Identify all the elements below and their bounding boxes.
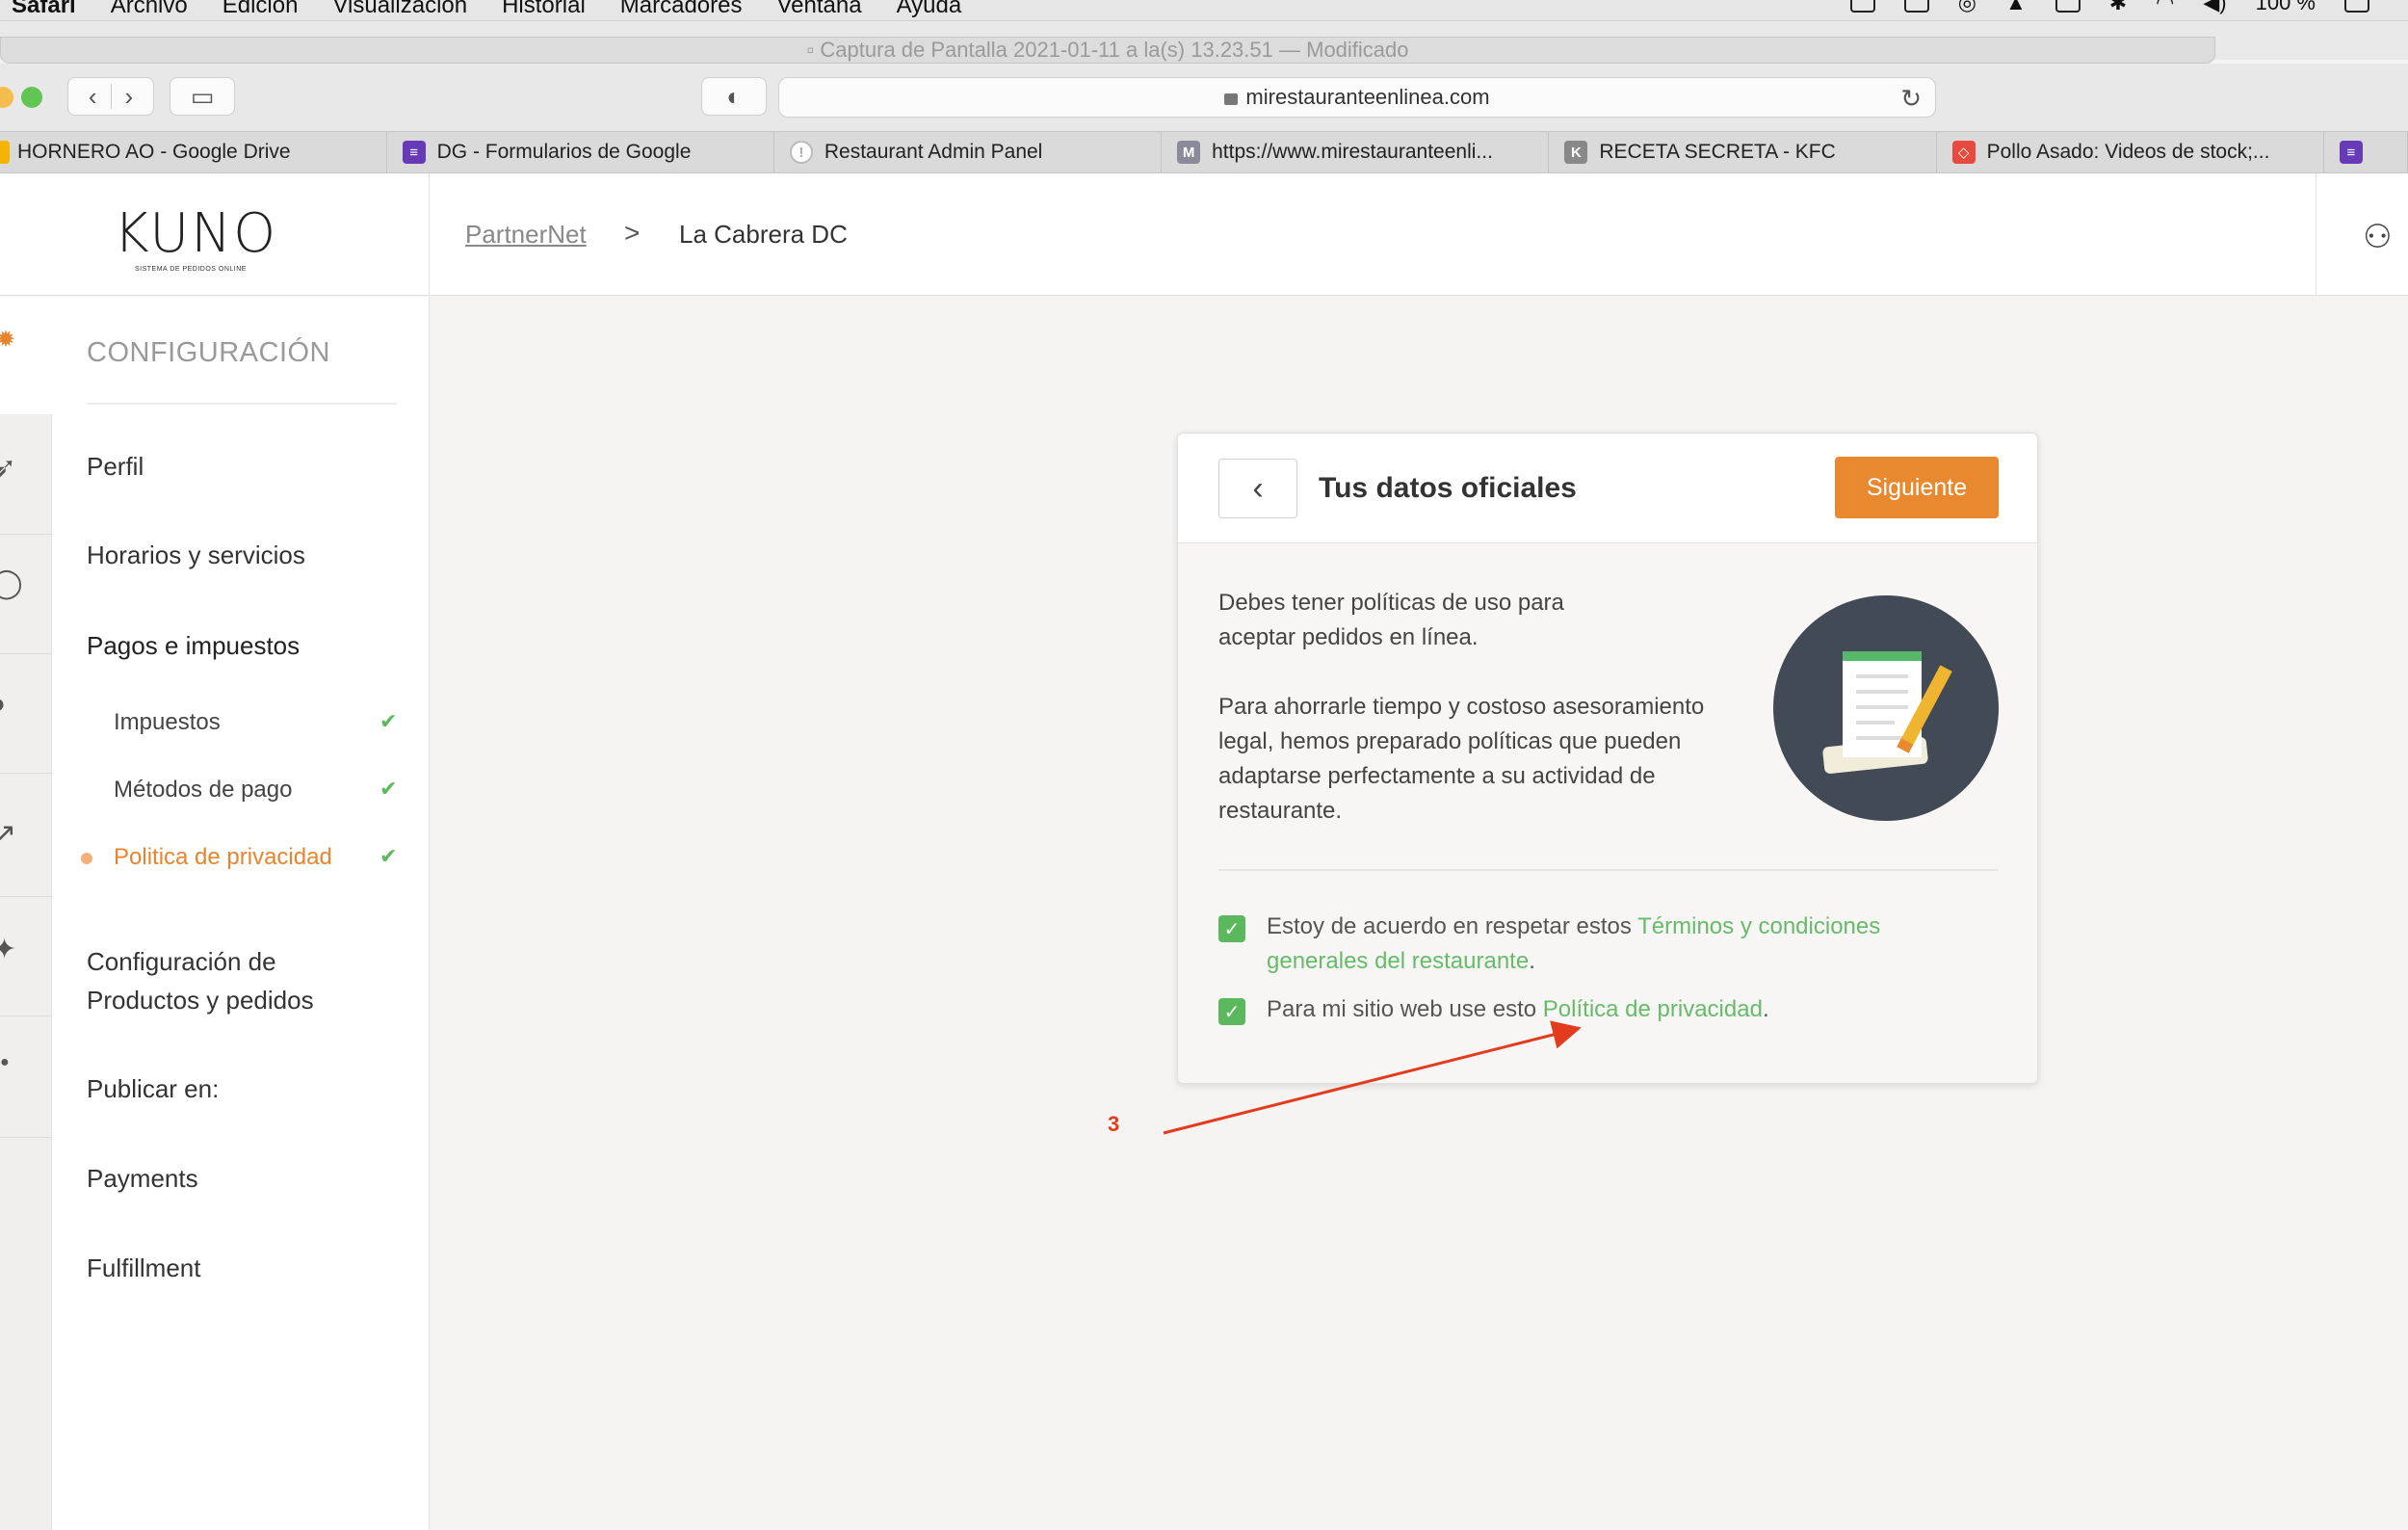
annotation-arrow <box>1163 1020 1582 1135</box>
annotation-number: 3 <box>1108 1112 1120 1136</box>
